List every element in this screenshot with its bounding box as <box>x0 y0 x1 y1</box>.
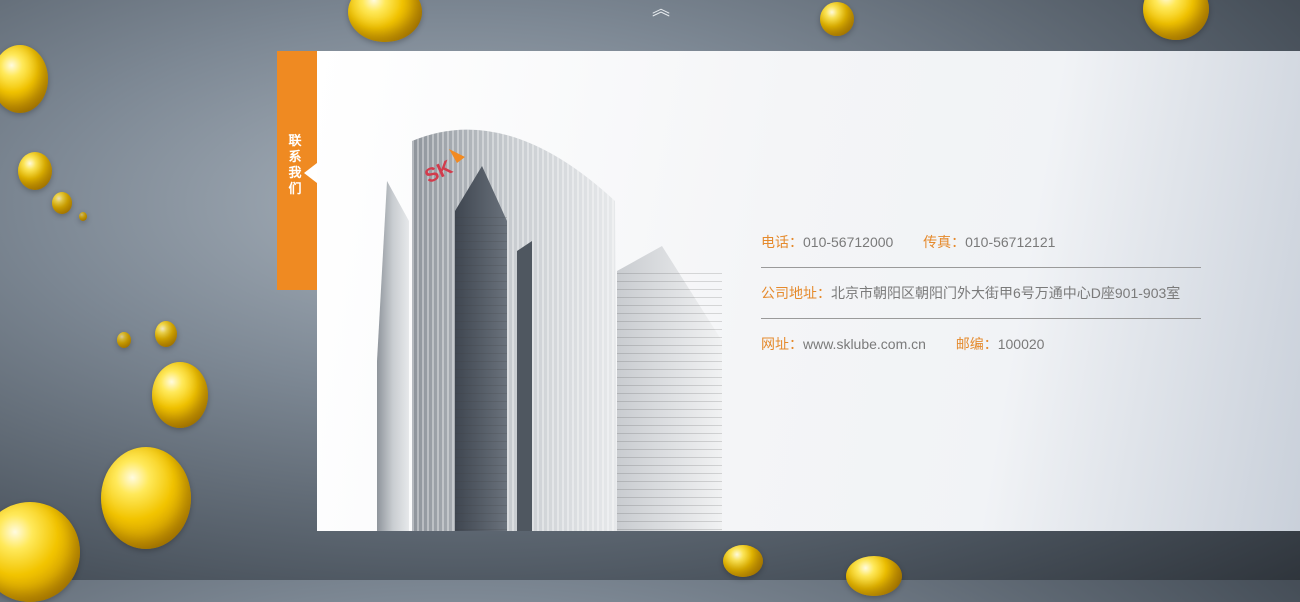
oil-drop-decoration <box>18 152 52 190</box>
oil-drop-decoration <box>52 192 72 214</box>
phone-value: 010-56712000 <box>803 234 894 250</box>
oil-drop-decoration <box>79 212 87 221</box>
oil-drop-decoration <box>820 2 854 36</box>
oil-drop-decoration <box>101 447 191 549</box>
website-label: 网址： <box>761 336 803 352</box>
sk-building-image: SK <box>377 129 722 531</box>
oil-drop-decoration <box>846 556 902 596</box>
postcode-value: 100020 <box>997 336 1045 352</box>
oil-drop-decoration <box>117 332 131 348</box>
divider <box>761 267 1201 268</box>
oil-drop-decoration <box>723 545 763 577</box>
divider <box>761 318 1201 319</box>
address-value: 北京市朝阳区朝阳门外大街甲6号万通中心D座901-903室 <box>831 285 1181 301</box>
website-link[interactable]: www.sklube.com.cn <box>803 336 926 352</box>
fax-value: 010-56712121 <box>965 234 1056 250</box>
oil-drop-decoration <box>152 362 208 428</box>
address-label: 公司地址： <box>761 285 831 301</box>
tab-label-text: 联系我们 <box>288 133 302 196</box>
scroll-up-button[interactable]: ︽ <box>650 0 672 26</box>
website-postcode-row: 网址：www.sklube.com.cn 邮编：100020 <box>761 331 1201 357</box>
oil-drop-decoration <box>155 321 177 347</box>
oil-drop-decoration <box>0 45 48 113</box>
phone-fax-row: 电话：010-56712000 传真：010-56712121 <box>761 229 1201 255</box>
phone-label: 电话： <box>761 234 803 250</box>
contact-info: 电话：010-56712000 传真：010-56712121 公司地址：北京市… <box>761 229 1201 357</box>
fax-label: 传真： <box>923 234 966 250</box>
tab-pointer <box>304 163 317 183</box>
postcode-label: 邮编： <box>955 336 998 352</box>
oil-drop-decoration <box>348 0 422 42</box>
address-row: 公司地址：北京市朝阳区朝阳门外大街甲6号万通中心D座901-903室 <box>761 280 1201 306</box>
contact-us-tab[interactable]: 联系我们 <box>277 51 317 290</box>
double-chevron-up-icon: ︽ <box>652 0 670 20</box>
oil-drop-decoration <box>1143 0 1209 40</box>
oil-drop-decoration <box>0 502 80 602</box>
contact-panel: SK 电话：010-56712000 传真：010-56712121 公司地址：… <box>317 51 1300 531</box>
